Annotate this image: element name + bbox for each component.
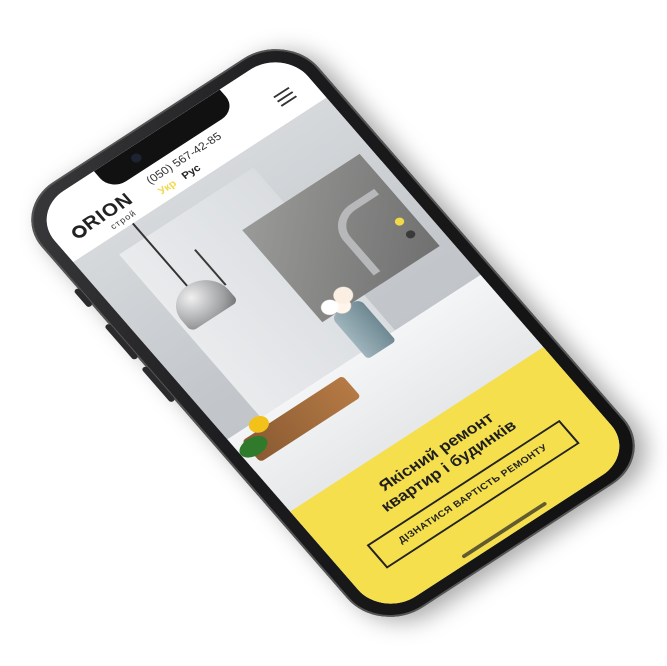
hamburger-menu-icon[interactable] (273, 86, 298, 107)
silent-switch (73, 287, 94, 308)
front-camera (129, 151, 144, 165)
phone-screen: RION строй (050) 567-42-85 Укр Рус Якісн… (30, 48, 636, 618)
phone-frame: RION строй (050) 567-42-85 Укр Рус Якісн… (9, 30, 657, 636)
